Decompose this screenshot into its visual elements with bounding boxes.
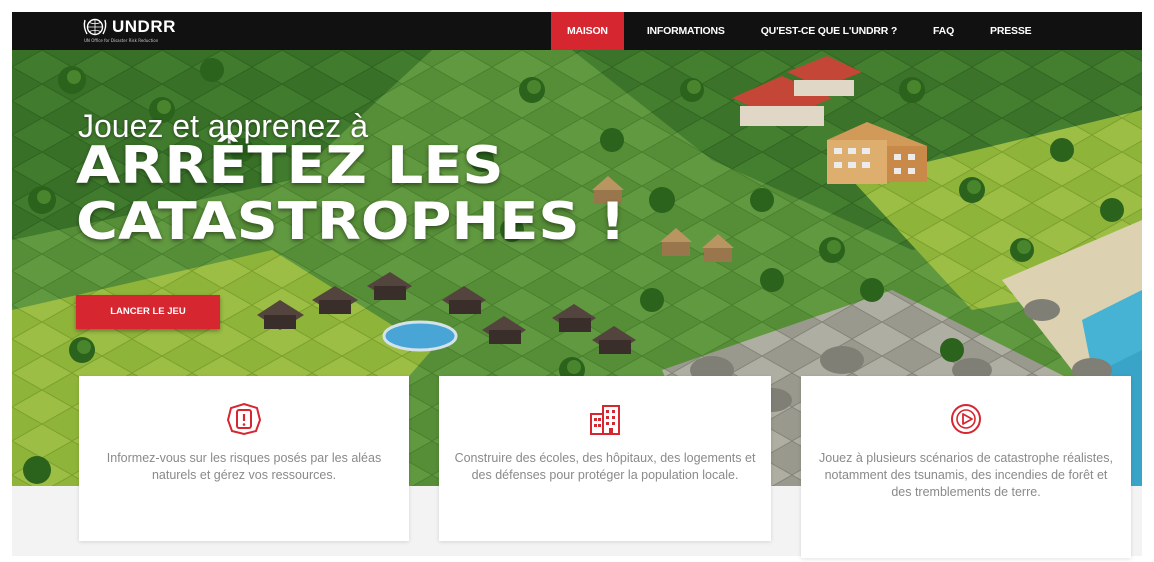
nav-item-presse[interactable]: PRESSE	[990, 12, 1032, 50]
play-circle-icon	[951, 404, 981, 434]
nav-item-faq[interactable]: FAQ	[933, 12, 954, 50]
brand-name: UNDRR	[112, 17, 176, 36]
launch-game-button[interactable]: LANCER LE JEU	[76, 295, 220, 329]
hero-title: ARRÊTEZ LES CATASTROPHES !	[76, 138, 626, 250]
main-nav: MAISON INFORMATIONS QU'EST-CE QUE L'UNDR…	[551, 12, 1032, 50]
nav-item-about-undrr[interactable]: QU'EST-CE QUE L'UNDRR ?	[761, 12, 898, 50]
feature-card-build: Construire des écoles, des hôpitaux, des…	[439, 376, 771, 541]
feature-card-text: Jouez à plusieurs scénarios de catastrop…	[819, 451, 1113, 499]
nav-item-maison[interactable]: MAISON	[551, 12, 624, 50]
undrr-logo[interactable]: UNDRR UN Office for Disaster Risk Reduct…	[82, 16, 176, 48]
hero-title-line-1: ARRÊTEZ LES	[76, 136, 504, 196]
hero-title-line-2: CATASTROPHES !	[76, 192, 626, 252]
feature-card-text: Construire des écoles, des hôpitaux, des…	[454, 451, 756, 482]
nav-item-informations[interactable]: INFORMATIONS	[647, 12, 725, 50]
feature-card-text: Informez-vous sur les risques posés par …	[106, 451, 382, 482]
un-emblem-icon	[83, 18, 107, 36]
feature-card-scenarios: Jouez à plusieurs scénarios de catastrop…	[801, 376, 1131, 558]
alert-circle-icon	[226, 402, 262, 436]
top-navbar: UNDRR UN Office for Disaster Risk Reduct…	[12, 12, 1142, 50]
brand-tagline: UN Office for Disaster Risk Reduction	[84, 38, 159, 43]
feature-card-risks: Informez-vous sur les risques posés par …	[79, 376, 409, 541]
buildings-icon	[590, 405, 620, 435]
